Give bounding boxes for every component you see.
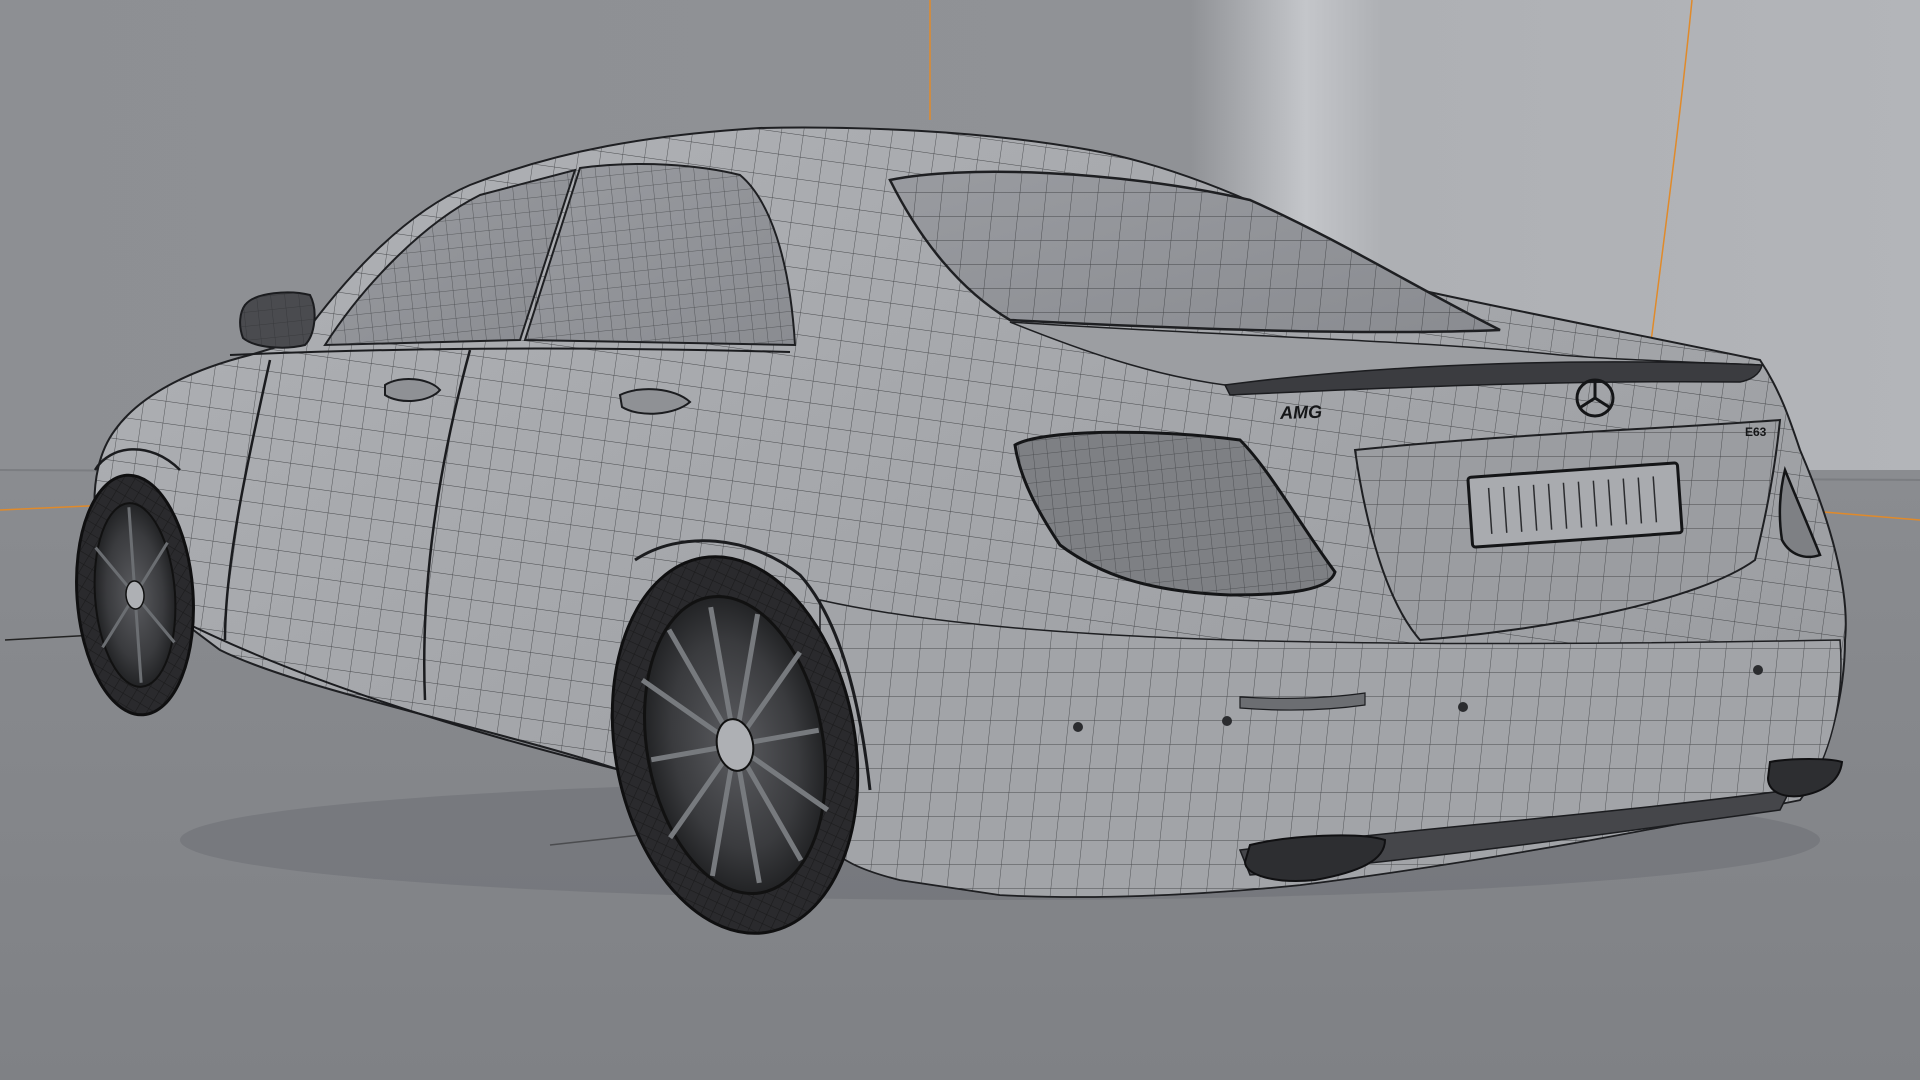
3d-viewport[interactable]: AMG E63 bbox=[0, 0, 1920, 1080]
model-badge: AMG bbox=[1279, 402, 1323, 423]
parking-sensor bbox=[1222, 716, 1232, 726]
parking-sensor bbox=[1073, 722, 1083, 732]
license-plate bbox=[1466, 461, 1684, 549]
car-wireframe-render: AMG E63 bbox=[0, 0, 1920, 1080]
parking-sensor bbox=[1753, 665, 1763, 675]
trunk-badge: E63 bbox=[1745, 425, 1767, 439]
side-mirror-wire bbox=[240, 292, 315, 348]
parking-sensor bbox=[1458, 702, 1468, 712]
